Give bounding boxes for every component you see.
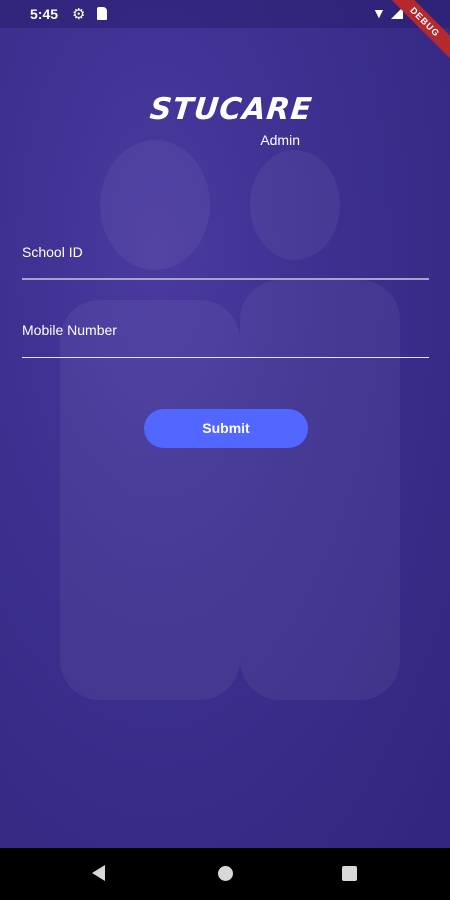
status-time: 5:45 [30,6,59,22]
submit-button[interactable]: Submit [144,409,308,448]
status-bar: 5:45 ⚙ ▼ DEBUG [0,0,450,67]
gear-icon: ⚙ [72,6,86,23]
app-subtitle: Admin [260,132,300,148]
home-icon[interactable] [218,866,233,881]
mobile-number-underline [22,356,429,358]
back-icon[interactable] [92,865,105,881]
wifi-icon: ▼ [372,5,386,21]
mobile-number-label: Mobile Number [22,322,117,338]
navigation-bar [0,848,450,900]
school-id-underline [22,278,429,280]
sd-card-icon [97,7,107,20]
background-figure [60,300,240,700]
school-id-field[interactable]: School ID [22,230,429,280]
school-id-label: School ID [22,244,83,260]
login-screen: 5:45 ⚙ ▼ DEBUG STUCARE Admin School ID M… [0,0,450,900]
app-logo: STUCARE [148,92,315,127]
recents-icon[interactable] [342,866,357,881]
mobile-number-field[interactable]: Mobile Number [22,308,429,358]
